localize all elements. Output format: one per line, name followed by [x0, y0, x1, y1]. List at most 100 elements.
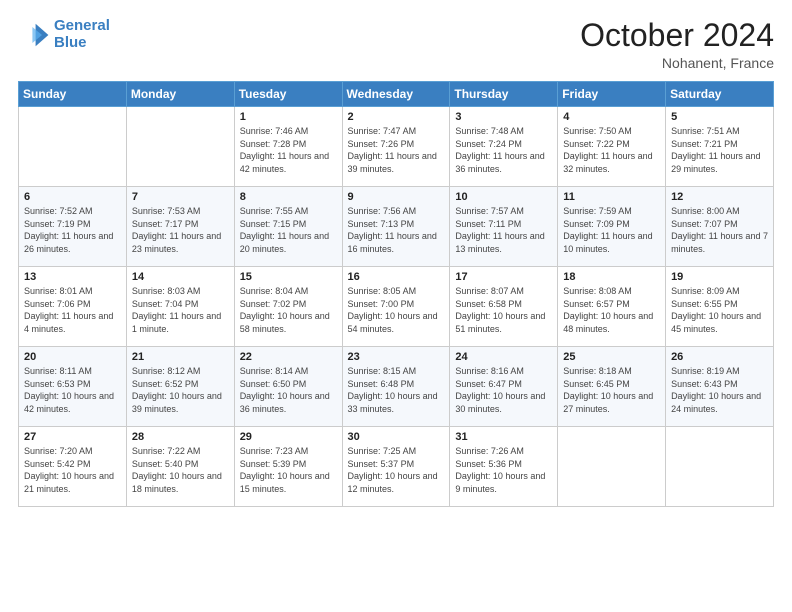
day-number: 17 [455, 271, 552, 283]
day-info: Sunrise: 8:16 AMSunset: 6:47 PMDaylight:… [455, 365, 552, 415]
calendar-cell [666, 427, 774, 507]
calendar-cell: 27 Sunrise: 7:20 AMSunset: 5:42 PMDayligh… [19, 427, 127, 507]
calendar-cell: 10Sunrise: 7:57 AMSunset: 7:11 PMDayligh… [450, 187, 558, 267]
day-number: 19 [671, 271, 768, 283]
calendar-cell: 31 Sunrise: 7:26 AMSunset: 5:36 PMDayligh… [450, 427, 558, 507]
day-info: Sunrise: 7:20 AMSunset: 5:42 PMDaylight:… [24, 445, 121, 495]
calendar-cell: 24Sunrise: 8:16 AMSunset: 6:47 PMDayligh… [450, 347, 558, 427]
day-info: Sunrise: 7:47 AMSunset: 7:26 PMDaylight:… [348, 125, 445, 175]
calendar-cell: 6 Sunrise: 7:52 AMSunset: 7:19 PMDaylight… [19, 187, 127, 267]
calendar-cell: 3Sunrise: 7:48 AMSunset: 7:24 PMDaylight… [450, 107, 558, 187]
calendar-cell: 13Sunrise: 8:01 AMSunset: 7:06 PMDayligh… [19, 267, 127, 347]
calendar-cell: 28Sunrise: 7:22 AMSunset: 5:40 PMDayligh… [126, 427, 234, 507]
calendar-cell: 19 Sunrise: 8:09 AMSunset: 6:55 PMDayligh… [666, 267, 774, 347]
day-info: Sunrise: 7:50 AMSunset: 7:22 PMDaylight:… [563, 125, 660, 175]
logo-general: General [54, 17, 110, 34]
day-info: Sunrise: 8:03 AMSunset: 7:04 PMDaylight:… [132, 285, 229, 335]
title-block: October 2024 Nohanent, France [580, 18, 774, 71]
calendar-cell: 5Sunrise: 7:51 AMSunset: 7:21 PMDaylight… [666, 107, 774, 187]
day-number: 8 [240, 191, 337, 203]
calendar-cell [19, 107, 127, 187]
calendar-cell: 23 Sunrise: 8:15 AMSunset: 6:48 PMDayligh… [342, 347, 450, 427]
day-number: 14 [132, 271, 229, 283]
day-info: Sunrise: 7:26 AMSunset: 5:36 PMDaylight:… [455, 445, 552, 495]
day-info: Sunrise: 8:08 AMSunset: 6:57 PMDaylight:… [563, 285, 660, 335]
day-number: 12 [671, 191, 768, 203]
day-info: Sunrise: 8:01 AMSunset: 7:06 PMDaylight:… [24, 285, 121, 335]
calendar-cell: 17Sunrise: 8:07 AMSunset: 6:58 PMDayligh… [450, 267, 558, 347]
calendar-cell: 11 Sunrise: 7:59 AMSunset: 7:09 PMDayligh… [558, 187, 666, 267]
day-info: Sunrise: 7:57 AMSunset: 7:11 PMDaylight:… [455, 205, 552, 255]
day-number: 6 [24, 191, 121, 203]
day-info: Sunrise: 7:46 AMSunset: 7:28 PMDaylight:… [240, 125, 337, 175]
day-info: Sunrise: 8:18 AMSunset: 6:45 PMDaylight:… [563, 365, 660, 415]
day-info: Sunrise: 8:04 AMSunset: 7:02 PMDaylight:… [240, 285, 337, 335]
day-number: 11 [563, 191, 660, 203]
weekday-header-saturday: Saturday [666, 82, 774, 107]
day-number: 15 [240, 271, 337, 283]
day-info: Sunrise: 7:25 AMSunset: 5:37 PMDaylight:… [348, 445, 445, 495]
logo-text: General Blue [54, 18, 110, 51]
day-number: 26 [671, 351, 768, 363]
day-number: 30 [348, 431, 445, 443]
calendar-cell: 14 Sunrise: 8:03 AMSunset: 7:04 PMDayligh… [126, 267, 234, 347]
calendar-cell: 4 Sunrise: 7:50 AMSunset: 7:22 PMDaylight… [558, 107, 666, 187]
logo-blue: Blue [54, 34, 87, 51]
day-info: Sunrise: 7:53 AMSunset: 7:17 PMDaylight:… [132, 205, 229, 255]
day-info: Sunrise: 8:15 AMSunset: 6:48 PMDaylight:… [348, 365, 445, 415]
day-info: Sunrise: 7:55 AMSunset: 7:15 PMDaylight:… [240, 205, 337, 255]
day-info: Sunrise: 8:12 AMSunset: 6:52 PMDaylight:… [132, 365, 229, 415]
calendar-cell: 1 Sunrise: 7:46 AMSunset: 7:28 PMDaylight… [234, 107, 342, 187]
calendar-cell: 29 Sunrise: 7:23 AMSunset: 5:39 PMDayligh… [234, 427, 342, 507]
day-info: Sunrise: 8:00 AMSunset: 7:07 PMDaylight:… [671, 205, 768, 255]
month-title: October 2024 [580, 18, 774, 53]
week-row-5: 27 Sunrise: 7:20 AMSunset: 5:42 PMDayligh… [19, 427, 774, 507]
logo-icon [18, 19, 50, 51]
day-info: Sunrise: 8:09 AMSunset: 6:55 PMDaylight:… [671, 285, 768, 335]
day-number: 23 [348, 351, 445, 363]
calendar-cell [558, 427, 666, 507]
calendar-table: SundayMondayTuesdayWednesdayThursdayFrid… [18, 81, 774, 507]
weekday-header-row: SundayMondayTuesdayWednesdayThursdayFrid… [19, 82, 774, 107]
calendar-cell: 22Sunrise: 8:14 AMSunset: 6:50 PMDayligh… [234, 347, 342, 427]
day-number: 4 [563, 111, 660, 123]
week-row-3: 13Sunrise: 8:01 AMSunset: 7:06 PMDayligh… [19, 267, 774, 347]
logo: General Blue [18, 18, 110, 51]
day-number: 20 [24, 351, 121, 363]
day-number: 2 [348, 111, 445, 123]
weekday-header-thursday: Thursday [450, 82, 558, 107]
day-number: 27 [24, 431, 121, 443]
calendar-cell: 26 Sunrise: 8:19 AMSunset: 6:43 PMDayligh… [666, 347, 774, 427]
week-row-4: 20Sunrise: 8:11 AMSunset: 6:53 PMDayligh… [19, 347, 774, 427]
calendar-cell [126, 107, 234, 187]
day-number: 1 [240, 111, 337, 123]
week-row-2: 6 Sunrise: 7:52 AMSunset: 7:19 PMDaylight… [19, 187, 774, 267]
weekday-header-wednesday: Wednesday [342, 82, 450, 107]
weekday-header-tuesday: Tuesday [234, 82, 342, 107]
calendar-page: General Blue October 2024 Nohanent, Fran… [0, 0, 792, 612]
calendar-cell: 8 Sunrise: 7:55 AMSunset: 7:15 PMDaylight… [234, 187, 342, 267]
calendar-cell: 16Sunrise: 8:05 AMSunset: 7:00 PMDayligh… [342, 267, 450, 347]
day-number: 29 [240, 431, 337, 443]
day-info: Sunrise: 7:59 AMSunset: 7:09 PMDaylight:… [563, 205, 660, 255]
day-number: 9 [348, 191, 445, 203]
day-info: Sunrise: 7:51 AMSunset: 7:21 PMDaylight:… [671, 125, 768, 175]
day-info: Sunrise: 7:56 AMSunset: 7:13 PMDaylight:… [348, 205, 445, 255]
day-number: 16 [348, 271, 445, 283]
header: General Blue October 2024 Nohanent, Fran… [18, 18, 774, 71]
calendar-cell: 25 Sunrise: 8:18 AMSunset: 6:45 PMDayligh… [558, 347, 666, 427]
day-number: 25 [563, 351, 660, 363]
day-info: Sunrise: 7:52 AMSunset: 7:19 PMDaylight:… [24, 205, 121, 255]
day-number: 31 [455, 431, 552, 443]
location-title: Nohanent, France [580, 55, 774, 71]
calendar-cell: 9 Sunrise: 7:56 AMSunset: 7:13 PMDaylight… [342, 187, 450, 267]
day-info: Sunrise: 7:23 AMSunset: 5:39 PMDaylight:… [240, 445, 337, 495]
calendar-cell: 7Sunrise: 7:53 AMSunset: 7:17 PMDaylight… [126, 187, 234, 267]
calendar-cell: 21Sunrise: 8:12 AMSunset: 6:52 PMDayligh… [126, 347, 234, 427]
day-info: Sunrise: 7:48 AMSunset: 7:24 PMDaylight:… [455, 125, 552, 175]
day-number: 22 [240, 351, 337, 363]
calendar-cell: 15 Sunrise: 8:04 AMSunset: 7:02 PMDayligh… [234, 267, 342, 347]
day-info: Sunrise: 8:19 AMSunset: 6:43 PMDaylight:… [671, 365, 768, 415]
calendar-cell: 12 Sunrise: 8:00 AMSunset: 7:07 PMDayligh… [666, 187, 774, 267]
week-row-1: 1 Sunrise: 7:46 AMSunset: 7:28 PMDaylight… [19, 107, 774, 187]
